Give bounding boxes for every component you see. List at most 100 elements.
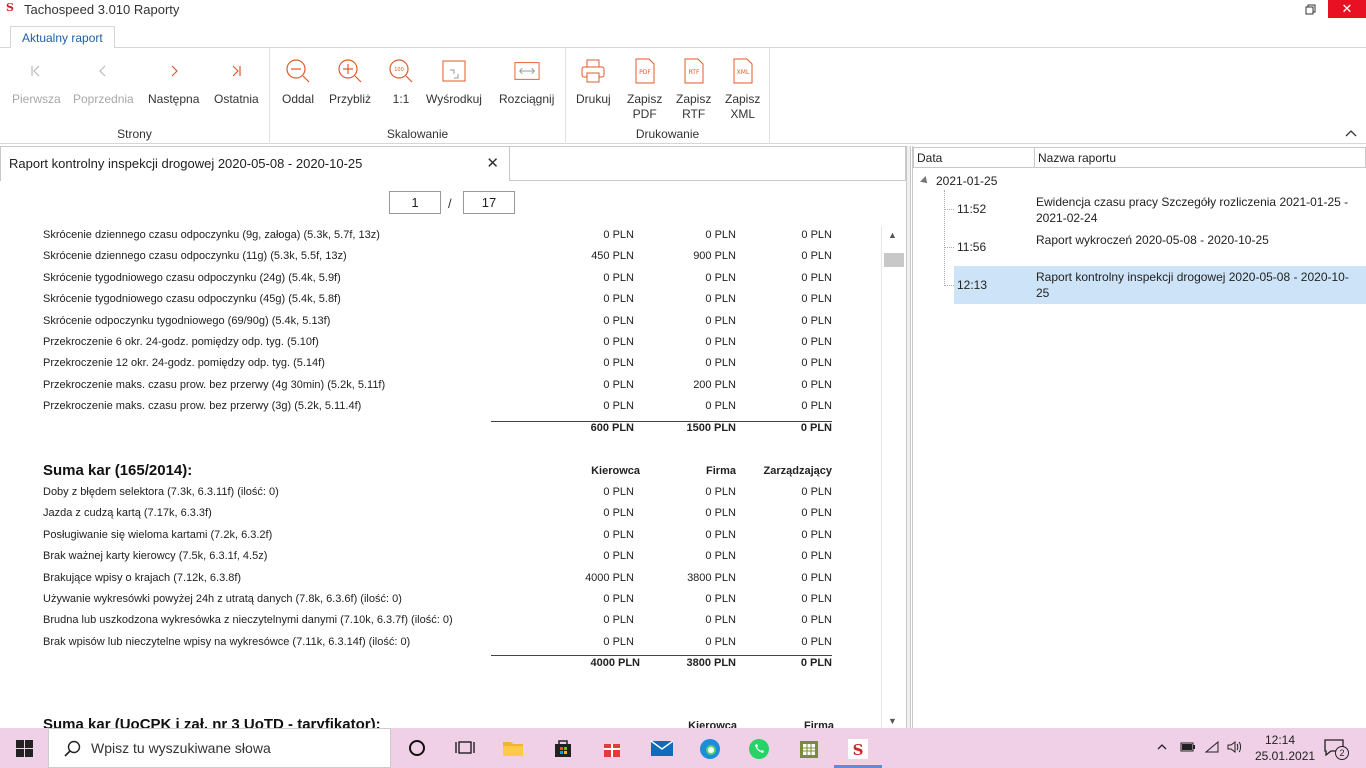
close-icon[interactable]: ✕ <box>1328 0 1366 18</box>
wifi-icon[interactable] <box>1204 740 1220 757</box>
zoom-in-button[interactable]: Przybliż <box>329 56 371 107</box>
close-tab-icon[interactable]: ✕ <box>486 154 499 172</box>
zoom-in-icon <box>337 56 363 86</box>
panel-splitter[interactable] <box>906 146 911 728</box>
ribbon-group-drukowanie: Drukuj PDF Zapisz PDF RTF Zapisz RTF XML… <box>566 48 770 144</box>
group-label-skalowanie: Skalowanie <box>386 127 449 141</box>
tree-connector <box>944 285 954 286</box>
previous-page-button[interactable]: Poprzednia <box>73 56 134 107</box>
edge-browser-icon[interactable] <box>699 738 721 759</box>
rtf-icon-text: RTF <box>688 69 699 76</box>
column-header-data[interactable]: Data <box>913 147 1035 168</box>
zoom-out-button[interactable]: Oddal <box>282 56 314 107</box>
report-preview: Skrócenie dziennego czasu odpoczynku (9g… <box>0 226 880 728</box>
last-page-icon <box>223 56 249 86</box>
scroll-down-icon[interactable]: ▼ <box>888 716 897 726</box>
mail-icon[interactable] <box>650 738 674 758</box>
first-page-button[interactable]: Pierwsza <box>12 56 61 107</box>
cortana-icon[interactable] <box>406 738 428 758</box>
notification-count-badge: 2 <box>1335 746 1349 760</box>
table-row: Skrócenie tygodniowego czasu odpoczynku … <box>43 293 832 305</box>
table-row: Używanie wykresówki powyżej 24h z utratą… <box>43 593 832 605</box>
taskbar: Wpisz tu wyszukiwane słowa S 12:14 25.01… <box>0 728 1366 768</box>
column-headers: Kierowca Firma Zarządzający <box>591 465 832 477</box>
total-row: 4000 PLN 3800 PLN 0 PLN <box>590 657 832 669</box>
file-explorer-icon[interactable] <box>502 738 524 758</box>
report-list-panel: Data Nazwa raportu 2021-01-25 11:52 Ewid… <box>912 146 1366 728</box>
save-xml-button[interactable]: XML Zapisz XML <box>725 56 760 122</box>
last-page-button[interactable]: Ostatnia <box>214 56 259 107</box>
next-page-icon <box>161 56 187 86</box>
document-tab-title: Raport kontrolny inspekcji drogowej 2020… <box>9 156 363 171</box>
task-view-icon[interactable] <box>454 738 476 758</box>
tree-node-date[interactable]: 2021-01-25 <box>920 174 997 188</box>
table-row: Skrócenie tygodniowego czasu odpoczynku … <box>43 272 832 284</box>
ribbon-group-skalowanie: Oddal Przybliż 100 1:1 Wyśrodkuj Rozciąg… <box>270 48 566 144</box>
page-separator: / <box>448 196 452 211</box>
printer-icon <box>580 56 606 86</box>
tree-connector <box>944 190 945 286</box>
store-icon[interactable] <box>552 738 574 758</box>
ribbon-tabs: Aktualny raport <box>0 24 1366 49</box>
table-row: Skrócenie dziennego czasu odpoczynku (11… <box>43 250 832 262</box>
tab-strip-empty <box>510 146 906 181</box>
expand-triangle-icon[interactable] <box>920 176 930 186</box>
scroll-thumb[interactable] <box>884 253 904 267</box>
list-item[interactable]: 11:52 Ewidencja czasu pracy Szczegóły ro… <box>954 194 1366 230</box>
report-scrollbar[interactable]: ▲ ▼ <box>881 226 905 728</box>
rtf-file-icon: RTF <box>681 56 707 86</box>
table-row: Brak wpisów lub nieczytelne wpisy na wyk… <box>43 636 832 648</box>
windows-start-icon[interactable] <box>16 740 33 757</box>
chevron-up-icon[interactable] <box>1156 741 1170 756</box>
list-item-selected[interactable]: 12:13 Raport kontrolny inspekcji drogowe… <box>954 266 1366 304</box>
taskbar-clock[interactable]: 12:14 25.01.2021 <box>1255 732 1315 764</box>
ribbon-group-strony: Pierwsza Poprzednia Następna Ostatnia St… <box>0 48 270 144</box>
list-item[interactable]: 11:56 Raport wykroczeń 2020-05-08 - 2020… <box>954 232 1366 268</box>
table-row: Przekroczenie maks. czasu prow. bez prze… <box>43 400 832 412</box>
collapse-ribbon-icon[interactable] <box>1344 126 1358 140</box>
table-row: Doby z błędem selektora (7.3k, 6.3.11f) … <box>43 486 832 498</box>
tab-strip-divider <box>510 180 906 181</box>
table-row: Brudna lub uszkodzona wykresówka z niecz… <box>43 614 832 626</box>
table-row: Przekroczenie maks. czasu prow. bez prze… <box>43 379 832 391</box>
stretch-button[interactable]: Rozciągnij <box>499 56 554 107</box>
restore-icon[interactable] <box>1292 0 1328 18</box>
center-button[interactable]: Wyśrodkuj <box>426 56 482 107</box>
print-button[interactable]: Drukuj <box>576 56 611 107</box>
next-page-button[interactable]: Następna <box>148 56 199 107</box>
table-row: Przekroczenie 6 okr. 24-godz. pomiędzy o… <box>43 336 832 348</box>
scroll-up-icon[interactable]: ▲ <box>888 230 897 240</box>
column-header-name[interactable]: Nazwa raportu <box>1034 147 1366 168</box>
save-rtf-button[interactable]: RTF Zapisz RTF <box>676 56 711 122</box>
table-row: Skrócenie dziennego czasu odpoczynku (9g… <box>43 229 832 241</box>
tachospeed-taskbar-icon[interactable]: S <box>847 738 869 759</box>
title-bar: Tachospeed 3.010 Raporty ✕ <box>0 0 1366 18</box>
table-row: Przekroczenie 12 okr. 24-godz. pomiędzy … <box>43 357 832 369</box>
total-row: 600 PLN 1500 PLN 0 PLN <box>590 422 832 434</box>
previous-page-icon <box>90 56 116 86</box>
total-pages-field: 17 <box>463 191 515 214</box>
save-pdf-button[interactable]: PDF Zapisz PDF <box>627 56 662 122</box>
xml-file-icon: XML <box>730 56 756 86</box>
table-row: Skrócenie odpoczynku tygodniowego (69/90… <box>43 315 832 327</box>
battery-icon[interactable] <box>1180 741 1196 756</box>
gift-app-icon[interactable] <box>601 738 623 758</box>
actual-size-icon-text: 100 <box>394 67 404 73</box>
volume-icon[interactable] <box>1226 740 1242 757</box>
actual-size-button[interactable]: 100 1:1 <box>388 56 414 107</box>
tab-aktualny-raport[interactable]: Aktualny raport <box>10 26 115 49</box>
document-tab[interactable]: Raport kontrolny inspekcji drogowej 2020… <box>0 146 510 181</box>
spreadsheet-app-icon[interactable] <box>798 738 820 758</box>
notification-center-icon[interactable]: 2 <box>1323 738 1349 760</box>
taskbar-search[interactable]: Wpisz tu wyszukiwane słowa <box>48 728 391 768</box>
pdf-icon-text: PDF <box>639 69 651 76</box>
group-label-drukowanie: Drukowanie <box>635 127 700 141</box>
current-page-input[interactable]: 1 <box>389 191 441 214</box>
group-label-strony: Strony <box>117 127 152 141</box>
window-title: Tachospeed 3.010 Raporty <box>24 1 180 17</box>
whatsapp-icon[interactable] <box>748 738 770 759</box>
center-icon <box>441 56 467 86</box>
search-icon <box>63 740 81 757</box>
search-placeholder: Wpisz tu wyszukiwane słowa <box>91 740 271 756</box>
system-tray <box>1156 728 1242 768</box>
